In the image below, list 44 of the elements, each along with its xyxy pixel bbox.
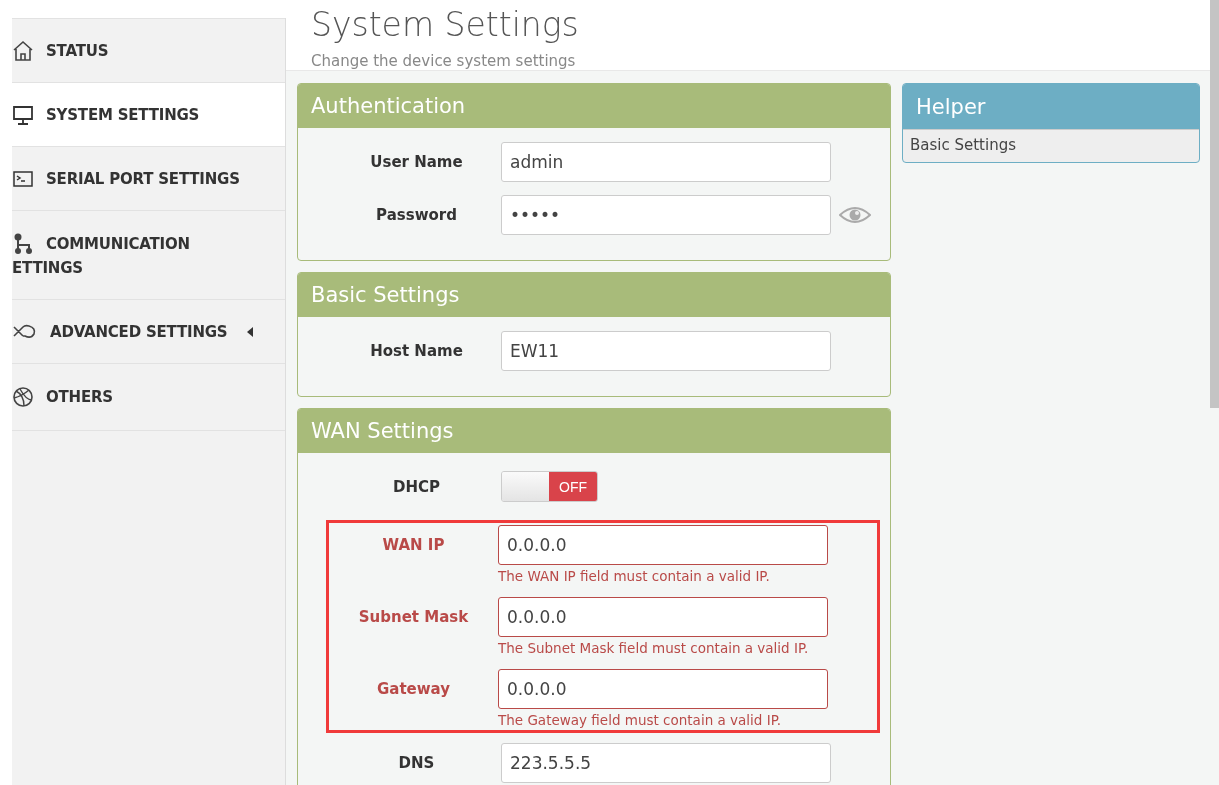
page-subtitle: Change the device system settings — [311, 52, 577, 70]
panel-title: Helper — [916, 94, 986, 119]
panel-title: Basic Settings — [311, 283, 460, 307]
field-label: WAN IP — [381, 535, 446, 556]
home-icon — [12, 39, 34, 62]
error-message: The WAN IP field must contain a valid IP. — [498, 568, 771, 584]
field-label: User Name — [369, 152, 464, 173]
field-label: DNS — [397, 753, 436, 774]
input-field[interactable]: admin — [501, 142, 831, 182]
input-field[interactable]: ••••• — [501, 195, 831, 235]
scrollbar[interactable] — [1210, 0, 1219, 408]
error-message: The Gateway field must contain a valid IP. — [498, 712, 782, 728]
input-field[interactable]: 0.0.0.0 — [498, 669, 828, 709]
sidebar-label: ADVANCED SETTINGS — [50, 322, 228, 341]
field-label: Host Name — [369, 341, 464, 362]
sidebar-label: STATUS — [46, 41, 109, 60]
sidebar-label: SYSTEM SETTINGS — [46, 105, 200, 124]
field-label: Subnet Mask — [357, 607, 470, 628]
ball-icon — [12, 386, 34, 408]
sidebar-item[interactable]: OTHERS — [12, 363, 285, 431]
toggle-switch[interactable]: OFF — [501, 471, 598, 502]
field-label: DHCP — [392, 477, 441, 498]
input-field[interactable]: 0.0.0.0 — [498, 525, 828, 565]
sidebar-item[interactable]: ADVANCED SETTINGS — [12, 299, 285, 363]
sidebar-label: OTHERS — [46, 388, 113, 406]
monitor-icon — [12, 103, 34, 126]
sidebar-item[interactable]: SYSTEM SETTINGS — [12, 82, 285, 146]
sidebar-item[interactable]: SERIAL PORT SETTINGS — [12, 146, 285, 210]
eye-icon[interactable] — [839, 205, 871, 225]
helper-text: Basic Settings — [910, 136, 1016, 154]
error-message: The Subnet Mask field must contain a valid IP. — [498, 640, 810, 656]
field-label: Password — [375, 205, 458, 226]
sidebar-label: ETTINGS — [12, 259, 83, 277]
input-field[interactable]: 0.0.0.0 — [498, 597, 828, 637]
field-label: Gateway — [375, 679, 452, 700]
input-field[interactable]: 223.5.5.5 — [501, 743, 831, 783]
panel-title: Authentication — [311, 94, 466, 118]
input-field[interactable]: EW11 — [501, 331, 831, 371]
page-title: System Settings — [311, 4, 580, 46]
sidebar-label: COMMUNICATION — [46, 235, 190, 253]
sidebar-item[interactable]: COMMUNICATION ETTINGS — [12, 210, 285, 299]
panel-title: WAN Settings — [311, 419, 454, 443]
sidebar-label: SERIAL PORT SETTINGS — [46, 169, 240, 188]
network-icon — [12, 233, 34, 255]
